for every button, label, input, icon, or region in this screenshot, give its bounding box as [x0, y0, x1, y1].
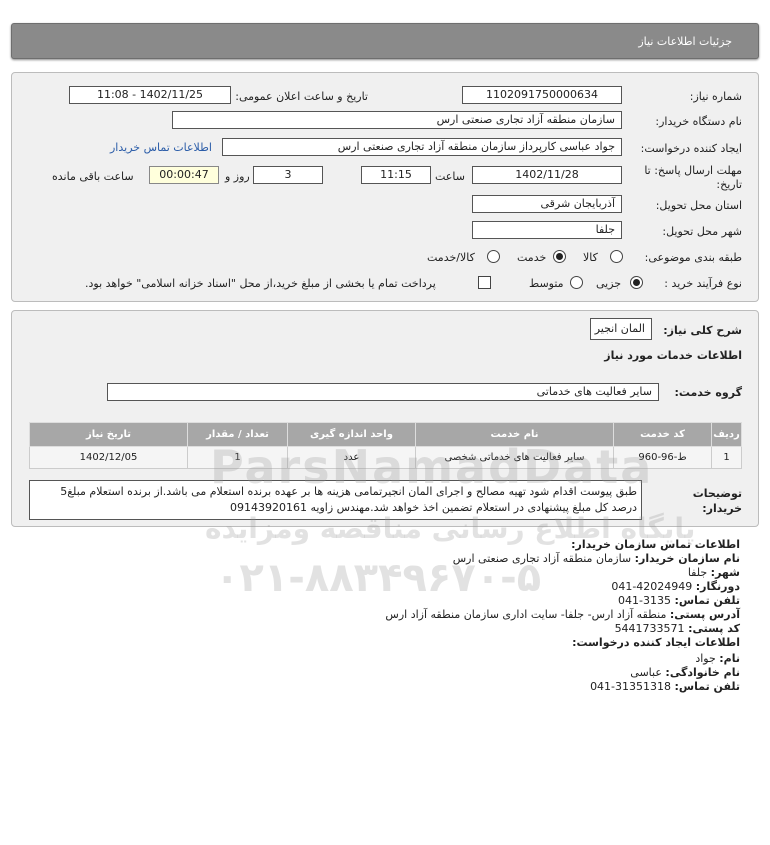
- page-header: جزئیات اطلاعات نیاز: [11, 23, 759, 59]
- buyer-org-line: نام سازمان خریدار: سازمان منطقه آزاد تجا…: [452, 552, 740, 565]
- category-option-service: خدمت: [517, 251, 547, 264]
- cell-qty: 1: [187, 446, 288, 469]
- creator-first-name-line: نام: جواد: [695, 652, 740, 665]
- requester-field: جواد عباسی کارپرداز سازمان منطقه آزاد تج…: [222, 138, 622, 156]
- requester-label: ایجاد کننده درخواست:: [640, 142, 742, 155]
- creator-last-name-line: نام خانوادگی: عباسی: [630, 666, 740, 679]
- category-radio-goods-service[interactable]: [487, 250, 500, 263]
- cell-date: 1402/12/05: [29, 446, 188, 469]
- cell-code: ط-96-960: [613, 446, 712, 469]
- col-code-header: کد خدمت: [613, 422, 712, 447]
- category-option-goods-service: کالا/خدمت: [427, 251, 475, 264]
- process-radio-medium[interactable]: [570, 276, 583, 289]
- need-number-field: 1102091750000634: [462, 86, 622, 104]
- buyer-contact-link[interactable]: اطلاعات تماس خریدار: [110, 141, 212, 154]
- services-table: ردیف کد خدمت نام خدمت واحد اندازه گیری ت…: [29, 422, 742, 469]
- page-title: جزئیات اطلاعات نیاز: [638, 35, 732, 48]
- days-field: 3: [253, 166, 323, 184]
- col-qty-header: تعداد / مقدار: [187, 422, 288, 447]
- col-row-header: ردیف: [711, 422, 742, 447]
- buyer-fax-line: دورنگار: 041-42024949: [611, 580, 740, 593]
- category-radio-goods[interactable]: [610, 250, 623, 263]
- treasury-payment-checkbox[interactable]: [478, 276, 491, 289]
- buyer-org-field: سازمان منطقه آزاد تجاری صنعتی ارس: [172, 111, 622, 129]
- city-field: جلفا: [472, 221, 622, 239]
- deadline-date-field: 1402/11/28: [472, 166, 622, 184]
- summary-label: شرح کلی نیاز:: [663, 324, 742, 337]
- category-radio-service[interactable]: [553, 250, 566, 263]
- category-option-goods: کالا: [583, 251, 598, 264]
- col-date-header: تاریخ نیاز: [29, 422, 188, 447]
- buyer-notes: طبق پیوست اقدام شود تهیه مصالح و اجرای ا…: [29, 480, 642, 520]
- category-label: طبقه بندی موضوعی:: [644, 251, 742, 264]
- buyer-org-label: نام دستگاه خریدار:: [655, 115, 742, 128]
- buyer-contact-heading: اطلاعات تماس سازمان خریدار:: [571, 538, 740, 551]
- announce-field: 1402/11/25 - 11:08: [69, 86, 231, 104]
- notes-label: توضیحات خریدار:: [692, 487, 742, 515]
- creator-contact-heading: اطلاعات ایجاد کننده درخواست:: [572, 636, 740, 649]
- province-field: آذربایجان شرقی: [472, 195, 622, 213]
- remaining-time-field: 00:00:47: [149, 166, 219, 184]
- city-label: شهر محل تحویل:: [662, 225, 742, 238]
- buyer-phone-line: تلفن تماس: 041-3135: [618, 594, 740, 607]
- province-label: استان محل تحویل:: [655, 199, 742, 212]
- process-option-medium: متوسط: [529, 277, 564, 290]
- buyer-postal-line: کد پستی: 5441733571: [614, 622, 740, 635]
- cell-name: سایر فعالیت های خدماتی شخصی: [415, 446, 614, 469]
- time-label: ساعت: [435, 170, 465, 183]
- remaining-label: ساعت باقی مانده: [52, 170, 134, 183]
- deadline-label-date: تاریخ:: [716, 178, 742, 191]
- table-header-row: ردیف کد خدمت نام خدمت واحد اندازه گیری ت…: [29, 422, 742, 447]
- cell-unit: عدد: [287, 446, 416, 469]
- service-group-field: سایر فعالیت های خدماتی: [107, 383, 659, 401]
- table-row: 1 ط-96-960 سایر فعالیت های خدماتی شخصی ع…: [29, 446, 742, 469]
- col-name-header: نام خدمت: [415, 422, 614, 447]
- buyer-address-line: آدرس پستی: منطقه آزاد ارس- جلفا- سایت اد…: [385, 608, 740, 621]
- need-details-panel: [11, 72, 759, 302]
- process-radio-minor[interactable]: [630, 276, 643, 289]
- col-unit-header: واحد اندازه گیری: [287, 422, 416, 447]
- need-number-label: شماره نیاز:: [689, 90, 742, 103]
- summary-field: المان انجیر: [590, 318, 652, 340]
- deadline-time-field: 11:15: [361, 166, 431, 184]
- process-option-minor: جزیی: [596, 277, 622, 290]
- days-label: روز و: [225, 170, 250, 183]
- buyer-city-line: شهر: جلفا: [687, 566, 740, 579]
- cell-row: 1: [711, 446, 742, 469]
- service-group-label: گروه خدمت:: [674, 386, 742, 399]
- deadline-label: مهلت ارسال پاسخ: تا: [644, 164, 742, 177]
- services-heading: اطلاعات خدمات مورد نیاز: [604, 349, 742, 362]
- announce-label: تاریخ و ساعت اعلان عمومی:: [235, 90, 368, 103]
- payment-note: پرداخت تمام یا بخشی از مبلغ خرید،از محل …: [85, 277, 436, 290]
- creator-phone-line: تلفن تماس: 041-31351318: [590, 680, 740, 693]
- process-label: نوع فرآیند خرید :: [664, 277, 742, 290]
